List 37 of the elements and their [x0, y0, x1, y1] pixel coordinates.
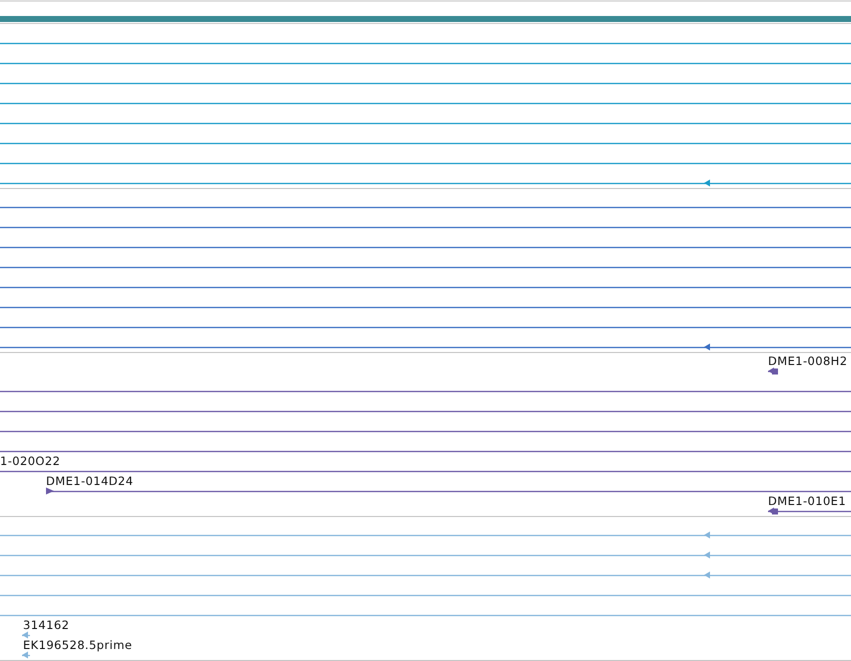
feature-track-line[interactable] [0, 142, 851, 144]
feature-track-line[interactable] [0, 390, 851, 392]
feature-track-line[interactable] [0, 470, 851, 472]
feature-track-line[interactable] [22, 652, 30, 658]
feature-track-line[interactable] [0, 410, 851, 412]
feature-track-line[interactable] [0, 206, 851, 208]
feature-track-line[interactable] [0, 102, 851, 104]
feature-track-line[interactable] [0, 180, 851, 186]
feature-label: DME1-014D24 [46, 474, 134, 488]
feature-track-line[interactable] [0, 594, 851, 596]
feature-track-line[interactable] [46, 488, 851, 494]
feature-track-line[interactable] [0, 450, 851, 452]
feature-label: DME1-008H2 [768, 354, 848, 368]
feature-track-line[interactable] [0, 430, 851, 432]
feature-track-line[interactable] [0, 42, 851, 44]
feature-track-line[interactable] [0, 266, 851, 268]
feature-track-line[interactable] [0, 572, 851, 578]
feature-track-line[interactable] [0, 226, 851, 228]
feature-label: 1-020O22 [0, 454, 60, 468]
feature-track-line[interactable] [768, 508, 851, 514]
feature-label: 314162 [23, 618, 70, 632]
feature-track-line[interactable] [0, 552, 851, 558]
feature-label: DME1-010E1 [768, 494, 846, 508]
feature-track-line[interactable] [0, 614, 851, 616]
feature-track-line[interactable] [0, 82, 851, 84]
feature-track-line[interactable] [0, 286, 851, 288]
feature-track-line[interactable] [0, 162, 851, 164]
feature-track-line[interactable] [22, 632, 30, 638]
feature-track-line[interactable] [0, 532, 851, 538]
feature-track-line[interactable] [0, 306, 851, 308]
feature-track-line[interactable] [768, 368, 778, 374]
feature-track-line[interactable] [0, 344, 851, 350]
feature-track-line[interactable] [0, 62, 851, 64]
feature-track-line[interactable] [0, 246, 851, 248]
feature-track-line[interactable] [0, 122, 851, 124]
feature-label: EK196528.5prime [23, 638, 132, 652]
feature-track-line[interactable] [0, 326, 851, 328]
